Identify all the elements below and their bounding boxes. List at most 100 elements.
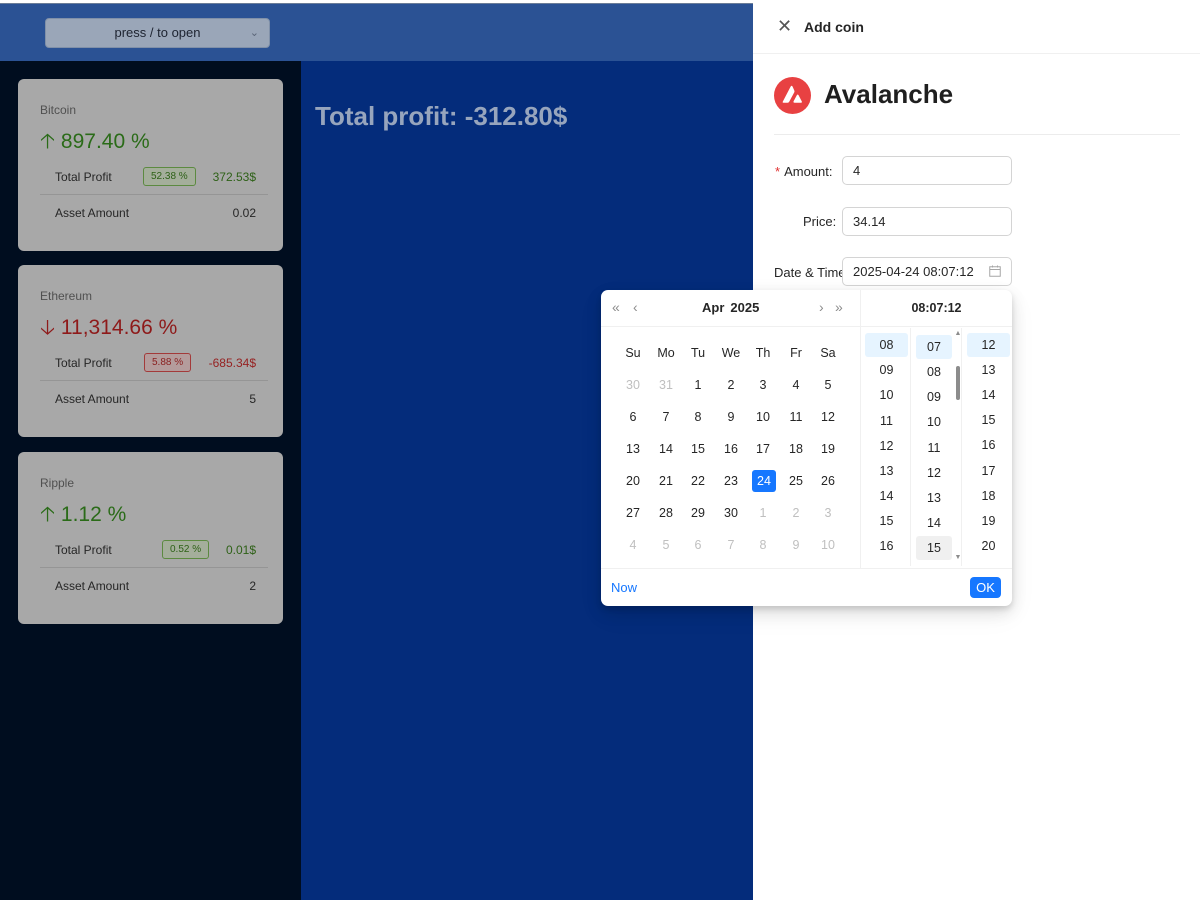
amount-input[interactable]: 4: [842, 156, 1012, 185]
calendar-day[interactable]: 28: [654, 502, 678, 524]
calendar-day[interactable]: 14: [654, 438, 678, 460]
weekday-label: Fr: [790, 346, 802, 360]
second-option[interactable]: 17: [967, 459, 1010, 483]
calendar-day[interactable]: 5: [816, 374, 840, 396]
prev-year-icon[interactable]: «: [612, 299, 620, 315]
minute-option[interactable]: 09: [916, 385, 952, 409]
calendar-day[interactable]: 16: [719, 438, 743, 460]
calendar-day[interactable]: 1: [686, 374, 710, 396]
minute-option[interactable]: 11: [916, 436, 952, 460]
second-option[interactable]: 20: [967, 534, 1010, 558]
calendar-day[interactable]: 5: [654, 534, 678, 556]
month-year-label: Apr 2025: [702, 300, 765, 315]
hour-option[interactable]: 09: [865, 358, 908, 382]
arrow-down-icon: 🡣: [40, 316, 56, 339]
calendar-day[interactable]: 27: [621, 502, 645, 524]
month-button[interactable]: Apr: [702, 300, 724, 315]
minute-option[interactable]: 12: [916, 461, 952, 485]
minute-option[interactable]: 14: [916, 511, 952, 535]
close-icon[interactable]: ✕: [777, 17, 793, 35]
next-year-icon[interactable]: »: [835, 299, 843, 315]
calendar-day[interactable]: 4: [784, 374, 808, 396]
hour-option[interactable]: 15: [865, 509, 908, 533]
calendar-day[interactable]: 9: [784, 534, 808, 556]
calendar-day[interactable]: 19: [816, 438, 840, 460]
date-nav-header: « ‹ Apr 2025 › »: [601, 290, 861, 327]
calendar-day[interactable]: 8: [751, 534, 775, 556]
calendar-day[interactable]: 7: [654, 406, 678, 428]
calendar-day[interactable]: 1: [751, 502, 775, 524]
calendar-day[interactable]: 18: [784, 438, 808, 460]
prev-month-icon[interactable]: ‹: [633, 299, 638, 315]
calendar-day[interactable]: 30: [621, 374, 645, 396]
hour-option[interactable]: 14: [865, 484, 908, 508]
second-option[interactable]: 12: [967, 333, 1010, 357]
minute-scrollbar[interactable]: ▲ ▼: [954, 328, 962, 566]
hour-column[interactable]: 08 09 10 11 12 13 14 15 16: [861, 328, 911, 566]
price-input[interactable]: 34.14: [842, 207, 1012, 236]
datetime-input[interactable]: 2025-04-24 08:07:12: [842, 257, 1012, 286]
calendar-day[interactable]: 23: [719, 470, 743, 492]
calendar-day[interactable]: 29: [686, 502, 710, 524]
calendar-day[interactable]: 10: [751, 406, 775, 428]
calendar-day[interactable]: 22: [686, 470, 710, 492]
calendar-day[interactable]: 13: [621, 438, 645, 460]
next-month-icon[interactable]: ›: [819, 299, 824, 315]
coin-percent: 🡡 1.12 %: [40, 500, 126, 535]
scroll-up-icon[interactable]: ▲: [954, 330, 962, 337]
calendar-day[interactable]: 17: [751, 438, 775, 460]
calendar-day[interactable]: 31: [654, 374, 678, 396]
total-profit-heading: Total profit: -312.80$: [315, 101, 568, 131]
coin-card-ripple[interactable]: Ripple 🡡 1.12 % Total Profit 0.52 % 0.01…: [18, 452, 283, 624]
calendar-day[interactable]: 10: [816, 534, 840, 556]
calendar-day[interactable]: 6: [621, 406, 645, 428]
calendar-day[interactable]: 4: [621, 534, 645, 556]
year-button[interactable]: 2025: [730, 300, 759, 315]
minute-option[interactable]: 10: [916, 410, 952, 434]
calendar-day[interactable]: 20: [621, 470, 645, 492]
hour-option[interactable]: 13: [865, 459, 908, 483]
hour-option[interactable]: 10: [865, 383, 908, 407]
selected-coin-header: Avalanche: [774, 76, 1180, 135]
price-label-text: Price: [803, 214, 833, 229]
calendar-day[interactable]: 11: [784, 406, 808, 428]
scroll-thumb[interactable]: [956, 366, 960, 400]
second-option[interactable]: 13: [967, 358, 1010, 382]
coin-search-select[interactable]: press / to open ⌄: [45, 18, 270, 48]
calendar-day[interactable]: 2: [784, 502, 808, 524]
second-option[interactable]: 15: [967, 408, 1010, 432]
second-option[interactable]: 14: [967, 383, 1010, 407]
hour-option[interactable]: 12: [865, 434, 908, 458]
minute-option[interactable]: 08: [916, 360, 952, 384]
second-option[interactable]: 18: [967, 484, 1010, 508]
hour-option[interactable]: 08: [865, 333, 908, 357]
calendar-day[interactable]: 3: [816, 502, 840, 524]
calendar-day[interactable]: 26: [816, 470, 840, 492]
ok-button[interactable]: OK: [970, 577, 1001, 598]
now-button[interactable]: Now: [611, 580, 637, 595]
calendar-day[interactable]: 3: [751, 374, 775, 396]
minute-option[interactable]: 15: [916, 536, 952, 560]
minute-option[interactable]: 07: [916, 335, 952, 359]
coin-card-ethereum[interactable]: Ethereum 🡣 11,314.66 % Total Profit 5.88…: [18, 265, 283, 437]
calendar-day[interactable]: 8: [686, 406, 710, 428]
weekday-label: Sa: [820, 346, 836, 360]
calendar-day[interactable]: 15: [686, 438, 710, 460]
hour-option[interactable]: 11: [865, 409, 908, 433]
second-option[interactable]: 19: [967, 509, 1010, 533]
calendar-day[interactable]: 30: [719, 502, 743, 524]
calendar-day[interactable]: 2: [719, 374, 743, 396]
calendar-day[interactable]: 9: [719, 406, 743, 428]
calendar-day[interactable]: 7: [719, 534, 743, 556]
calendar-day[interactable]: 21: [654, 470, 678, 492]
second-column[interactable]: 12 13 14 15 16 17 18 19 20: [963, 328, 1013, 566]
calendar-day[interactable]: 6: [686, 534, 710, 556]
calendar-day[interactable]: 12: [816, 406, 840, 428]
calendar-day-selected[interactable]: 24: [752, 470, 776, 492]
calendar-day[interactable]: 25: [784, 470, 808, 492]
second-option[interactable]: 16: [967, 433, 1010, 457]
minute-option[interactable]: 13: [916, 486, 952, 510]
scroll-down-icon[interactable]: ▼: [954, 554, 962, 561]
coin-card-bitcoin[interactable]: Bitcoin 🡡 897.40 % Total Profit 52.38 % …: [18, 79, 283, 251]
hour-option[interactable]: 16: [865, 534, 908, 558]
